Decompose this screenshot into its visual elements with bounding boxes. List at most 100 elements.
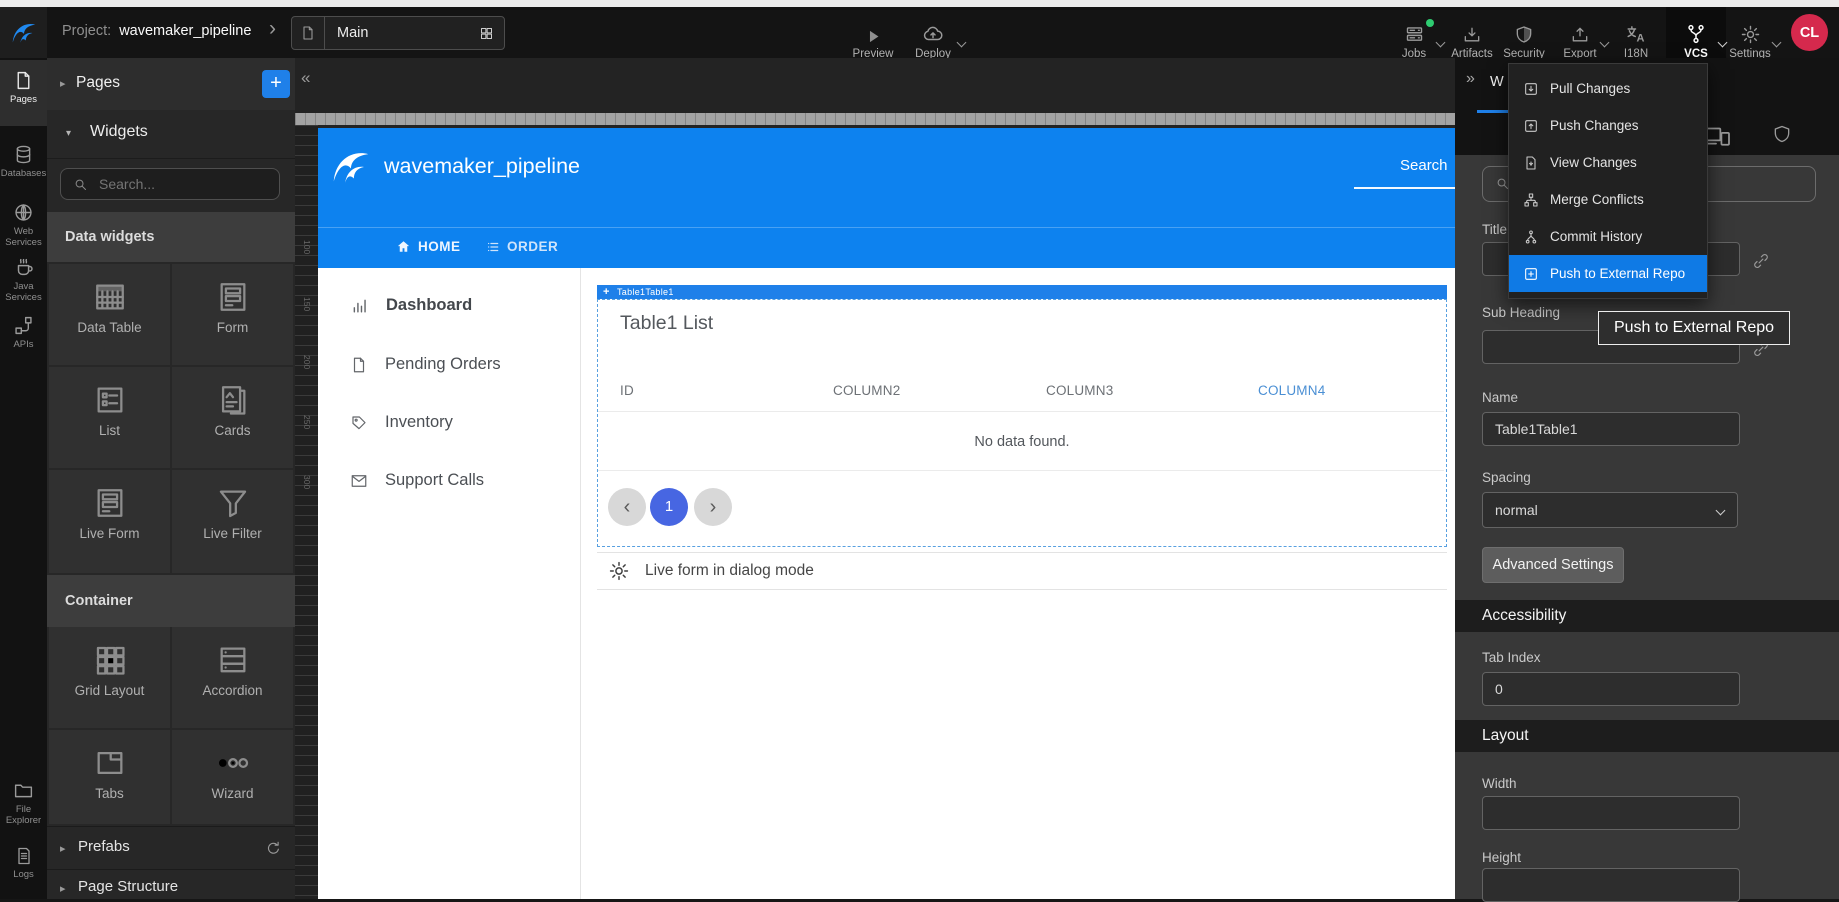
widget-card-grid-layout[interactable]: Grid Layout bbox=[49, 627, 170, 728]
i18n-button[interactable]: I18N bbox=[1608, 21, 1664, 60]
widget-card-label: Live Filter bbox=[172, 526, 293, 541]
pagination-next-button[interactable]: › bbox=[694, 488, 732, 526]
pages-caret-icon[interactable]: ▸ bbox=[60, 77, 66, 90]
widget-search-input[interactable] bbox=[97, 175, 261, 193]
rail-label-file2: Explorer bbox=[0, 815, 47, 826]
app-navbar: HOME ORDER bbox=[318, 227, 1462, 268]
accessibility-section-header[interactable]: Accessibility bbox=[1455, 600, 1839, 632]
spacing-select[interactable]: normal bbox=[1482, 492, 1738, 528]
refresh-icon[interactable] bbox=[265, 840, 282, 857]
pagination-prev-button[interactable]: ‹ bbox=[608, 488, 646, 526]
widgets-caret-icon: ▾ bbox=[66, 128, 71, 139]
menu-item-push-changes[interactable]: Push Changes bbox=[1509, 107, 1707, 144]
wavemaker-logo[interactable] bbox=[0, 7, 47, 58]
widget-card-live-filter[interactable]: Live Filter bbox=[172, 470, 293, 573]
security-button[interactable]: Security bbox=[1496, 21, 1552, 60]
panel-collapse-button[interactable]: « bbox=[301, 68, 310, 88]
page-structure-row[interactable]: ▸ Page Structure bbox=[47, 872, 295, 899]
commit-history-icon bbox=[1523, 229, 1539, 245]
rail-item-web-services[interactable]: Web Services bbox=[0, 202, 47, 248]
artifacts-button[interactable]: Artifacts bbox=[1444, 21, 1500, 60]
breadcrumb-chevron-icon[interactable]: › bbox=[269, 17, 276, 41]
nav-item-order[interactable]: ORDER bbox=[486, 239, 558, 254]
nav-item-home[interactable]: HOME bbox=[396, 239, 461, 254]
widgets-header[interactable]: ▾ Widgets bbox=[47, 110, 295, 159]
jobs-status-dot bbox=[1426, 19, 1434, 27]
menu-pending-label: Pending Orders bbox=[385, 355, 501, 374]
column-header-column3[interactable]: COLUMN3 bbox=[1046, 383, 1113, 398]
project-breadcrumb: Project: wavemaker_pipeline bbox=[62, 23, 251, 39]
data-table-icon bbox=[93, 280, 127, 314]
menu-item-pending-orders[interactable]: Pending Orders bbox=[350, 355, 501, 374]
spacing-chevron-icon bbox=[1716, 505, 1726, 515]
live-form-dialog-row[interactable]: Live form in dialog mode bbox=[597, 552, 1447, 590]
menu-item-view-changes[interactable]: View Changes bbox=[1509, 144, 1707, 181]
title-bind-link-icon[interactable] bbox=[1752, 252, 1770, 270]
rail-label-web2: Services bbox=[0, 237, 47, 248]
wavemaker-wave-icon bbox=[9, 18, 39, 48]
pages-file-icon bbox=[13, 70, 34, 91]
column-header-column2[interactable]: COLUMN2 bbox=[833, 383, 900, 398]
name-input[interactable] bbox=[1482, 412, 1740, 446]
menu-item-dashboard[interactable]: Dashboard bbox=[350, 296, 472, 315]
menu-item-support-calls[interactable]: Support Calls bbox=[350, 471, 484, 490]
menu-item-merge-conflicts[interactable]: Merge Conflicts bbox=[1509, 181, 1707, 218]
widgets-title: Widgets bbox=[90, 123, 148, 141]
app-title: wavemaker_pipeline bbox=[384, 154, 580, 179]
view-changes-icon bbox=[1523, 155, 1539, 171]
security-shield-icon bbox=[1514, 24, 1534, 45]
funnel-icon bbox=[216, 486, 250, 520]
page-tab[interactable]: Main bbox=[291, 16, 505, 50]
app-search-link[interactable]: Search bbox=[1400, 157, 1448, 174]
pagination-page-1[interactable]: 1 bbox=[650, 488, 688, 526]
layout-section-header[interactable]: Layout bbox=[1455, 720, 1839, 752]
rail-item-logs[interactable]: Logs bbox=[0, 846, 47, 880]
move-handle-icon[interactable]: + bbox=[603, 285, 609, 299]
rail-item-file-explorer[interactable]: File Explorer bbox=[0, 780, 47, 826]
column-header-column4[interactable]: COLUMN4 bbox=[1258, 383, 1325, 398]
add-page-button[interactable]: + bbox=[262, 70, 290, 98]
rail-item-java-services[interactable]: Java Services bbox=[0, 256, 47, 303]
accordion-icon bbox=[216, 643, 250, 677]
menu-item-commit-history[interactable]: Commit History bbox=[1509, 218, 1707, 255]
menu-label: View Changes bbox=[1550, 155, 1637, 170]
width-input[interactable] bbox=[1482, 796, 1740, 830]
settings-button[interactable]: Settings bbox=[1722, 21, 1778, 60]
widget-card-form[interactable]: Form bbox=[172, 264, 293, 365]
widget-card-tabs[interactable]: Tabs bbox=[49, 730, 170, 824]
menu-item-push-to-external-repo[interactable]: Push to External Repo bbox=[1509, 255, 1707, 292]
live-form-icon bbox=[93, 486, 127, 520]
vcs-button[interactable]: VCS bbox=[1668, 21, 1724, 60]
panel-shield-icon[interactable] bbox=[1772, 122, 1792, 146]
widget-card-cards[interactable]: Cards bbox=[172, 367, 293, 468]
jobs-button[interactable]: Jobs bbox=[1386, 21, 1442, 60]
accessibility-title: Accessibility bbox=[1482, 607, 1566, 624]
form-icon bbox=[216, 280, 250, 314]
widget-card-data-table[interactable]: Data Table bbox=[49, 264, 170, 365]
avatar[interactable]: CL bbox=[1791, 14, 1828, 51]
widget-card-live-form[interactable]: Live Form bbox=[49, 470, 170, 573]
prefabs-row[interactable]: ▸ Prefabs bbox=[47, 826, 295, 870]
height-input[interactable] bbox=[1482, 868, 1740, 902]
widget-card-label: Grid Layout bbox=[49, 683, 170, 698]
widget-search-box[interactable] bbox=[60, 168, 280, 200]
rail-item-apis[interactable]: APIs bbox=[0, 315, 47, 350]
preview-button[interactable]: Preview bbox=[845, 21, 901, 60]
widget-selection-label-bar[interactable]: + Table1Table1 bbox=[597, 285, 1447, 299]
deploy-cloud-icon bbox=[921, 23, 945, 45]
deploy-button[interactable]: Deploy bbox=[905, 21, 961, 60]
advanced-settings-button[interactable]: Advanced Settings bbox=[1482, 547, 1624, 583]
pages-grid-icon[interactable] bbox=[479, 26, 494, 41]
column-header-id[interactable]: ID bbox=[620, 383, 634, 398]
widget-properties-tab[interactable]: W bbox=[1490, 74, 1504, 90]
widget-card-accordion[interactable]: Accordion bbox=[172, 627, 293, 728]
widget-card-wizard[interactable]: Wizard bbox=[172, 730, 293, 824]
tab-index-input[interactable] bbox=[1482, 672, 1740, 706]
menu-item-pull-changes[interactable]: Pull Changes bbox=[1509, 70, 1707, 107]
expand-panel-button[interactable]: » bbox=[1466, 70, 1475, 88]
menu-item-inventory[interactable]: Inventory bbox=[350, 413, 453, 432]
rail-item-pages[interactable]: Pages bbox=[0, 70, 47, 105]
rail-item-databases[interactable]: Databases bbox=[0, 144, 47, 179]
play-icon bbox=[865, 28, 882, 45]
widget-card-list[interactable]: List bbox=[49, 367, 170, 468]
